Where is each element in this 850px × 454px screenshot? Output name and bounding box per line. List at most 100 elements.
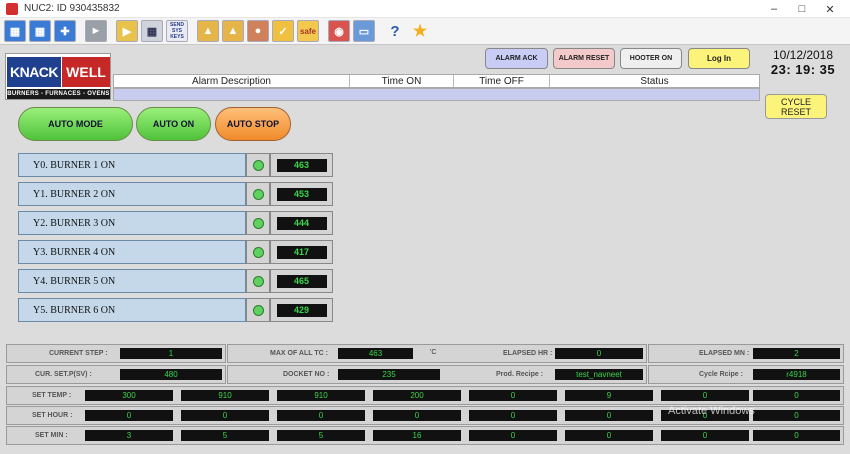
docket-value: 235 — [338, 369, 440, 380]
alarm-reset-button[interactable]: ALARM RESET — [553, 48, 615, 69]
folder-export-icon[interactable]: ▶ — [116, 20, 138, 42]
alarm-table-row[interactable] — [113, 88, 760, 101]
col-time-off[interactable]: Time OFF — [454, 75, 550, 87]
set-temp-cell: 300 — [85, 390, 173, 401]
burner-status-indicator — [246, 182, 270, 206]
burner-temperature: 453 — [276, 187, 327, 201]
burner-temperature: 417 — [276, 245, 327, 259]
auto-mode-button[interactable]: AUTO MODE — [18, 107, 133, 141]
set-min-cell: 5 — [181, 430, 269, 441]
burner-row: Y4. BURNER 5 ON 465 — [18, 269, 333, 293]
cycle-recipe-value: r4918 — [753, 369, 840, 380]
set-temp-cell: 910 — [181, 390, 269, 401]
snapshot-icon[interactable]: ✓ — [272, 20, 294, 42]
star-icon[interactable]: ★ — [409, 20, 431, 42]
set-temp-cell: 910 — [277, 390, 365, 401]
grid-keys-icon[interactable]: ▦ — [141, 20, 163, 42]
set-hour-cell: 0 — [373, 410, 461, 421]
set-hour-cell: 0 — [181, 410, 269, 421]
safe-icon[interactable]: safe — [297, 20, 319, 42]
log-in-button[interactable]: Log In — [688, 48, 750, 69]
col-status[interactable]: Status — [550, 75, 759, 87]
lock-user-icon[interactable]: ▲ — [222, 20, 244, 42]
burner-label: Y1. BURNER 2 ON — [18, 182, 246, 206]
prod-recipe-label: Prod. Recipe : — [496, 371, 544, 378]
app-window: NUC2: ID 930435832 – □ ✕ ▦ ▦ ✚ ► ▶ ▦ SEN… — [0, 0, 850, 454]
set-temp-cell: 0 — [469, 390, 557, 401]
minimize-button[interactable]: – — [760, 0, 788, 18]
set-temp-cell: 0 — [661, 390, 749, 401]
burner-temperature: 444 — [276, 216, 327, 230]
max-tc-value: 463 — [338, 348, 413, 359]
cur-set-panel: CUR. SET.P(SV) : 480 — [6, 365, 226, 384]
burner-temperature: 429 — [276, 303, 327, 317]
burner-row: Y2. BURNER 3 ON 444 — [18, 211, 333, 235]
set-temp-cell: 200 — [373, 390, 461, 401]
time-display: 23: 19: 35 — [770, 62, 836, 77]
burner-label: Y0. BURNER 1 ON — [18, 153, 246, 177]
speaker-icon[interactable]: ► — [85, 20, 107, 42]
burner-row: Y3. BURNER 4 ON 417 — [18, 240, 333, 264]
elapsed-mn-label: ELAPSED MN : — [699, 350, 750, 357]
cycle-recipe-panel: Cycle Rcipe : r4918 — [648, 365, 844, 384]
set-min-cell: 0 — [469, 430, 557, 441]
elapsed-hr-value: 0 — [555, 348, 643, 359]
burner-row: Y1. BURNER 2 ON 453 — [18, 182, 333, 206]
burner-label: Y3. BURNER 4 ON — [18, 240, 246, 264]
burner-temperature: 465 — [276, 274, 327, 288]
company-logo: KNACK WELL BURNERS - FURNACES - OVENS — [5, 53, 111, 100]
elapsed-mn-value: 2 — [753, 348, 840, 359]
prod-recipe-value: test_navneet — [555, 369, 643, 380]
set-temp-cell: 9 — [565, 390, 653, 401]
set-hour-cell: 0 — [565, 410, 653, 421]
lock-icon[interactable]: ▲ — [197, 20, 219, 42]
elapsed-hr-label: ELAPSED HR : — [503, 350, 553, 357]
send-sys-keys-icon[interactable]: SEND SYS KEYS — [166, 20, 188, 42]
burner-status-indicator — [246, 269, 270, 293]
docket-label: DOCKET NO : — [283, 371, 330, 378]
cycle-reset-button[interactable]: CYCLE RESET — [765, 94, 827, 119]
alarm-ack-button[interactable]: ALARM ACK — [485, 48, 548, 69]
network-monitor-icon[interactable]: ▦ — [4, 20, 26, 42]
logo-left-text: KNACK — [7, 57, 61, 87]
current-step-panel: CURRENT STEP : 1 — [6, 344, 226, 363]
cur-set-label: CUR. SET.P(SV) : — [35, 371, 92, 378]
auto-on-button[interactable]: AUTO ON — [136, 107, 211, 141]
docket-panel: DOCKET NO : 235 Prod. Recipe : test_navn… — [227, 365, 647, 384]
user-icon[interactable]: ● — [247, 20, 269, 42]
set-min-label: SET MIN : — [35, 432, 68, 439]
hooter-on-button[interactable]: HOOTER ON — [620, 48, 682, 69]
network-sync-icon[interactable]: ▦ — [29, 20, 51, 42]
set-min-cell: 3 — [85, 430, 173, 441]
burner-status-indicator — [246, 211, 270, 235]
tools-icon[interactable]: ✚ — [54, 20, 76, 42]
burner-label: Y5. BURNER 6 ON — [18, 298, 246, 322]
burner-label: Y4. BURNER 5 ON — [18, 269, 246, 293]
col-alarm-description[interactable]: Alarm Description — [114, 75, 350, 87]
current-step-label: CURRENT STEP : — [49, 350, 108, 357]
burner-row: Y0. BURNER 1 ON 463 — [18, 153, 333, 177]
auto-stop-button[interactable]: AUTO STOP — [215, 107, 291, 141]
logo-tagline: BURNERS - FURNACES - OVENS — [7, 89, 110, 99]
maximize-button[interactable]: □ — [788, 0, 816, 18]
set-min-cell: 0 — [565, 430, 653, 441]
set-min-row: SET MIN : 3 5 5 16 0 0 0 0 — [6, 426, 844, 445]
close-button[interactable]: ✕ — [816, 0, 844, 18]
title-bar: NUC2: ID 930435832 – □ ✕ — [0, 0, 850, 18]
set-temp-row: SET TEMP : 300 910 910 200 0 9 0 0 — [6, 386, 844, 405]
set-min-cell: 0 — [753, 430, 840, 441]
max-tc-panel: MAX OF ALL TC : 463 'C ELAPSED HR : 0 — [227, 344, 647, 363]
activate-windows-watermark: Activate Windows — [668, 405, 755, 417]
cycle-recipe-label: Cycle Rcipe : — [699, 371, 743, 378]
monitor-icon[interactable]: ▭ — [353, 20, 375, 42]
max-tc-unit: 'C — [430, 349, 437, 356]
cycle-reset-line2: RESET — [780, 107, 811, 117]
set-min-cell: 5 — [277, 430, 365, 441]
col-time-on[interactable]: Time ON — [350, 75, 454, 87]
burner-label: Y2. BURNER 3 ON — [18, 211, 246, 235]
burner-status-indicator — [246, 298, 270, 322]
max-tc-label: MAX OF ALL TC : — [270, 350, 328, 357]
help-icon[interactable]: ? — [384, 20, 406, 42]
logo-right-text: WELL — [62, 57, 110, 87]
camera-icon[interactable]: ◉ — [328, 20, 350, 42]
